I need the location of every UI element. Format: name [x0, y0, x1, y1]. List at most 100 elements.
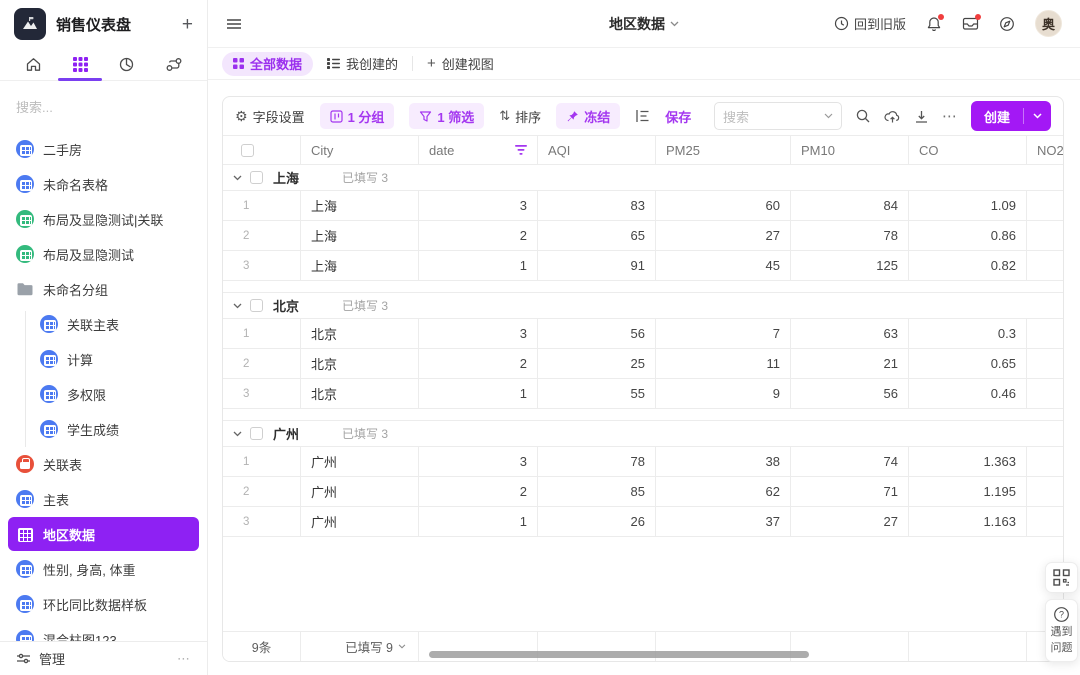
- compass-icon[interactable]: [999, 16, 1015, 32]
- group-checkbox[interactable]: [250, 171, 263, 184]
- app-root: 销售仪表盘 + 搜索... 二手房 未命名表格 布局及显隐测试|关联 布局及显隐…: [0, 0, 1080, 675]
- column-filter-icon[interactable]: [515, 145, 527, 155]
- notification-bell-icon[interactable]: [926, 16, 942, 32]
- column-header-aqi[interactable]: AQI: [538, 136, 656, 164]
- sidebar-item-unnamed-group[interactable]: 未命名分组: [8, 272, 199, 306]
- sidebar-item-calc[interactable]: 计算: [8, 342, 199, 376]
- qr-code-icon: [1053, 569, 1070, 586]
- floating-help-widget: ? 遇到 问题: [1045, 562, 1078, 662]
- freeze-button[interactable]: 冻结: [556, 103, 620, 129]
- sidebar-item-layout-test-linked[interactable]: 布局及显隐测试|关联: [8, 202, 199, 236]
- view-tab-my-created[interactable]: 我创建的: [327, 54, 398, 73]
- group-header-row[interactable]: 广州 已填写 3: [223, 421, 1063, 447]
- more-actions-icon[interactable]: ⋯: [942, 107, 958, 125]
- group-name: 上海: [273, 168, 299, 187]
- workspace-header: 销售仪表盘 +: [0, 0, 207, 48]
- table-row: 1上海38360841.09: [223, 191, 1063, 221]
- chevron-down-icon[interactable]: [1024, 113, 1051, 119]
- column-header-no2[interactable]: NO2: [1027, 136, 1064, 164]
- add-node-button[interactable]: +: [182, 15, 193, 34]
- group-checkbox[interactable]: [250, 427, 263, 440]
- briefcase-icon: [16, 455, 34, 473]
- qr-code-button[interactable]: [1045, 562, 1078, 593]
- search-icon[interactable]: [855, 108, 871, 124]
- sidebar-item-secondhand-house[interactable]: 二手房: [8, 132, 199, 166]
- table-row: 1北京3567630.3: [223, 319, 1063, 349]
- field-settings-button[interactable]: ⚙ 字段设置: [235, 107, 305, 126]
- pin-icon: [566, 110, 579, 123]
- chevron-down-icon[interactable]: [233, 303, 242, 309]
- tab-tables[interactable]: [58, 48, 102, 80]
- column-header-pm10[interactable]: PM10: [791, 136, 909, 164]
- row-height-icon[interactable]: [635, 109, 650, 123]
- group-button[interactable]: 1 分组: [320, 103, 395, 129]
- sidebar-item-unnamed-table[interactable]: 未命名表格: [8, 167, 199, 201]
- help-button[interactable]: ? 遇到 问题: [1045, 599, 1078, 662]
- tab-home[interactable]: [11, 48, 55, 80]
- select-all-checkbox[interactable]: [241, 144, 254, 157]
- create-view-button[interactable]: + 创建视图: [427, 54, 494, 73]
- hamburger-menu-icon[interactable]: [226, 18, 242, 30]
- sidebar-item-multi-permission[interactable]: 多权限: [8, 377, 199, 411]
- grid-toolbar: ⚙ 字段设置 1 分组 1 筛选 ⇅ 排序 冻结: [223, 97, 1063, 135]
- sidebar-item-region-data[interactable]: 地区数据: [8, 517, 199, 551]
- group-header-row[interactable]: 上海 已填写 3: [223, 165, 1063, 191]
- manage-label[interactable]: 管理: [39, 649, 65, 668]
- search-input[interactable]: 搜索: [714, 102, 842, 130]
- funnel-icon: [419, 110, 432, 123]
- column-header-co[interactable]: CO: [909, 136, 1027, 164]
- back-to-old-version-button[interactable]: 回到旧版: [834, 14, 906, 33]
- sidebar-search-input[interactable]: 搜索...: [0, 81, 207, 128]
- table-icon: [16, 560, 34, 578]
- table-icon: [16, 140, 34, 158]
- table-header-row: City date AQI PM25 PM10 CO NO2: [223, 135, 1063, 165]
- filled-summary[interactable]: 已填写 9: [301, 632, 419, 661]
- user-avatar[interactable]: 奥: [1035, 10, 1062, 37]
- sidebar: 销售仪表盘 + 搜索... 二手房 未命名表格 布局及显隐测试|关联 布局及显隐…: [0, 0, 208, 675]
- table-row: 3上海191451250.82: [223, 251, 1063, 281]
- sidebar-item-student-scores[interactable]: 学生成绩: [8, 412, 199, 446]
- column-header-date[interactable]: date: [419, 136, 538, 164]
- group-header-row[interactable]: 北京 已填写 3: [223, 293, 1063, 319]
- view-tab-all-data[interactable]: 全部数据: [222, 52, 313, 76]
- table-row: 2上海26527780.86: [223, 221, 1063, 251]
- chevron-down-icon[interactable]: [233, 175, 242, 181]
- page-title[interactable]: 地区数据: [609, 14, 679, 34]
- sidebar-item-mixed-bar-123[interactable]: 混合柱图123: [8, 622, 199, 641]
- sidebar-footer: 管理 ⋯: [0, 641, 207, 675]
- workflow-icon: [165, 57, 183, 72]
- horizontal-scrollbar[interactable]: [429, 651, 809, 658]
- cloud-upload-icon[interactable]: [884, 109, 901, 124]
- sidebar-item-linked-main-table[interactable]: 关联主表: [8, 307, 199, 341]
- group-filled-count: 已填写 3: [342, 425, 388, 442]
- group-checkbox[interactable]: [250, 299, 263, 312]
- sidebar-item-main-table[interactable]: 主表: [8, 482, 199, 516]
- table-icon: [40, 315, 58, 333]
- divider: [412, 56, 413, 71]
- table-icon: [16, 490, 34, 508]
- sidebar-item-gender-height-weight[interactable]: 性别, 身高, 体重: [8, 552, 199, 586]
- inbox-icon[interactable]: [962, 16, 979, 31]
- folder-icon: [16, 282, 34, 297]
- sidebar-item-yoy-sample[interactable]: 环比同比数据样板: [8, 587, 199, 621]
- sidebar-item-layout-test[interactable]: 布局及显隐测试: [8, 237, 199, 271]
- sliders-icon: [16, 652, 31, 665]
- chevron-down-icon[interactable]: [233, 431, 242, 437]
- top-bar: 地区数据 回到旧版 奥: [208, 0, 1080, 48]
- tab-automation[interactable]: [152, 48, 196, 80]
- filter-button[interactable]: 1 筛选: [409, 103, 484, 129]
- column-header-city[interactable]: City: [301, 136, 419, 164]
- workspace-logo[interactable]: [14, 8, 46, 40]
- tab-dashboards[interactable]: [105, 48, 149, 80]
- create-button[interactable]: 创建: [971, 101, 1051, 131]
- sort-button[interactable]: ⇅ 排序: [499, 107, 541, 126]
- group-spacer: [223, 281, 1063, 293]
- group-filled-count: 已填写 3: [342, 297, 388, 314]
- save-button[interactable]: 保存: [665, 107, 691, 126]
- download-icon[interactable]: [914, 109, 929, 124]
- more-icon[interactable]: ⋯: [177, 651, 191, 667]
- sidebar-item-linked-table[interactable]: 关联表: [8, 447, 199, 481]
- top-bar-actions: 回到旧版 奥: [834, 10, 1062, 37]
- column-header-pm25[interactable]: PM25: [656, 136, 791, 164]
- help-label-line2: 问题: [1051, 642, 1073, 655]
